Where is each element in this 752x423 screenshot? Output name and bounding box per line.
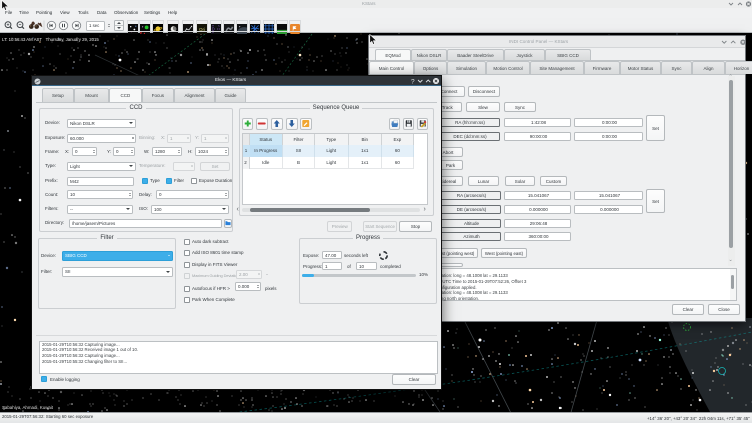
svg-text:?: ? bbox=[411, 79, 415, 86]
svg-text:Ori: Ori bbox=[199, 26, 205, 31]
